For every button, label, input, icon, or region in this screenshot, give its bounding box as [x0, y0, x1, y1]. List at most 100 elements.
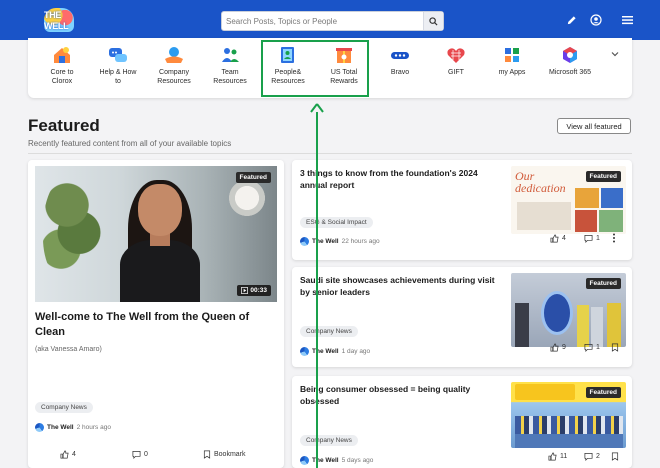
bookmark-button[interactable]: Bookmark [203, 450, 246, 459]
app-gift[interactable]: GIFT [428, 44, 484, 77]
featured-badge: Featured [585, 171, 621, 182]
the-well-avatar-icon [300, 237, 309, 246]
comment-button[interactable]: 1 [584, 234, 600, 243]
app-core-to-clorox[interactable]: Core to Clorox [34, 44, 90, 86]
video-thumbnail[interactable]: Featured 00:33 [35, 166, 277, 302]
featured-post-card[interactable]: 3 things to know from the foundation's 2… [292, 160, 632, 260]
featured-subtitle: Recently featured content from all of yo… [28, 139, 232, 148]
lamp-decoration [225, 178, 269, 218]
more-options-button[interactable] [612, 233, 616, 243]
chevron-down-icon [611, 52, 619, 57]
user-circle-icon [590, 14, 602, 26]
post-author: The Well 5 days ago [300, 456, 373, 465]
hamburger-menu-icon [621, 16, 633, 25]
hands-globe-icon [163, 44, 185, 66]
bookmark-button[interactable] [611, 343, 619, 352]
topic-tag[interactable]: ESG & Social Impact [300, 217, 373, 228]
like-button[interactable]: 9 [550, 343, 566, 352]
search-box [221, 11, 444, 31]
kebab-menu-icon [613, 233, 615, 243]
bookmark-icon [611, 343, 619, 352]
topic-tag[interactable]: Company News [300, 326, 358, 337]
like-button[interactable]: 11 [548, 452, 567, 461]
person-figure [577, 305, 589, 347]
person-figure [607, 303, 621, 347]
banner-tile [515, 384, 575, 400]
thumbs-up-icon [550, 234, 559, 242]
thumbs-up-icon [550, 343, 559, 351]
post-thumbnail[interactable]: Our dedication Featured [511, 166, 626, 234]
post-author: The Well 2 hours ago [35, 423, 111, 432]
search-button[interactable] [423, 12, 443, 30]
thumbs-up-icon [60, 450, 69, 458]
logo-text: THE WELL [44, 10, 69, 31]
comment-icon [584, 452, 593, 461]
comment-icon [584, 343, 593, 352]
edit-button[interactable] [564, 13, 578, 27]
main-featured-card[interactable]: Featured 00:33 Well-come to The Well fro… [28, 160, 284, 468]
post-author: The Well 22 hours ago [300, 237, 380, 246]
comment-button[interactable]: 2 [584, 452, 600, 461]
search-input[interactable] [226, 14, 422, 29]
app-bravo[interactable]: Bravo [372, 44, 428, 77]
photo-tile [601, 188, 623, 208]
app-company-resources[interactable]: Company Resources [146, 44, 202, 86]
post-thumbnail[interactable]: Featured [511, 273, 626, 347]
profile-button[interactable] [589, 13, 603, 27]
post-title[interactable]: 3 things to know from the foundation's 2… [300, 167, 496, 191]
app-team-resources[interactable]: Team Resources [202, 44, 258, 86]
top-bar: THE WELL [0, 0, 660, 40]
app-help-how-to[interactable]: Help & How to [90, 44, 146, 86]
photo-tile [517, 202, 571, 230]
presenter-figure [110, 180, 210, 302]
display-ring [541, 291, 573, 335]
featured-post-card[interactable]: Saudi site showcases achievements during… [292, 267, 632, 367]
main-post-title[interactable]: Well-come to The Well from the Queen of … [35, 310, 275, 340]
post-author: The Well 1 day ago [300, 347, 370, 356]
house-icon [51, 44, 73, 66]
featured-heading: Featured [28, 116, 100, 135]
expand-apps-button[interactable] [610, 46, 620, 57]
topic-tag[interactable]: Company News [300, 435, 358, 446]
app-microsoft-365[interactable]: Microsoft 365 [542, 44, 598, 77]
chat-bubbles-icon [107, 44, 129, 66]
play-icon [241, 287, 249, 294]
view-all-featured-button[interactable]: View all featured [557, 118, 631, 134]
featured-post-card[interactable]: Being consumer obsessed = being quality … [292, 376, 632, 468]
post-title[interactable]: Saudi site showcases achievements during… [300, 274, 496, 298]
photo-tile [599, 210, 623, 232]
annotation-arrow-line [316, 112, 318, 468]
the-well-logo[interactable]: THE WELL [44, 8, 74, 32]
video-duration: 00:33 [237, 285, 271, 296]
pencil-icon [567, 15, 576, 24]
photo-tile [575, 188, 599, 208]
like-button[interactable]: 4 [550, 234, 566, 243]
bookmark-icon [611, 452, 619, 461]
menu-button[interactable] [620, 13, 634, 27]
main-post-subtitle: (aka Vanessa Amaro) [35, 346, 102, 353]
apps-grid-icon [501, 44, 523, 66]
comment-icon [132, 450, 141, 459]
person-figure [591, 307, 603, 347]
comment-button[interactable]: 1 [584, 343, 600, 352]
bravo-badge-icon [389, 44, 411, 66]
group-photo [515, 416, 623, 434]
report-cover-text: Our dedication [515, 169, 566, 195]
comment-button[interactable]: 0 [132, 450, 148, 459]
plant-decoration [43, 172, 103, 282]
the-well-avatar-icon [35, 423, 44, 432]
app-my-apps[interactable]: my Apps [484, 44, 540, 77]
bookmark-button[interactable] [611, 452, 619, 461]
the-well-avatar-icon [300, 347, 309, 356]
team-icon [219, 44, 241, 66]
comment-icon [584, 234, 593, 243]
highlight-box [261, 40, 369, 97]
topic-tag[interactable]: Company News [35, 402, 93, 413]
post-title[interactable]: Being consumer obsessed = being quality … [300, 383, 496, 407]
photo-tile [575, 210, 597, 232]
search-icon [429, 16, 438, 26]
featured-badge: Featured [585, 387, 621, 398]
like-button[interactable]: 4 [60, 450, 76, 459]
the-well-avatar-icon [300, 456, 309, 465]
post-thumbnail[interactable]: Featured [511, 382, 626, 448]
